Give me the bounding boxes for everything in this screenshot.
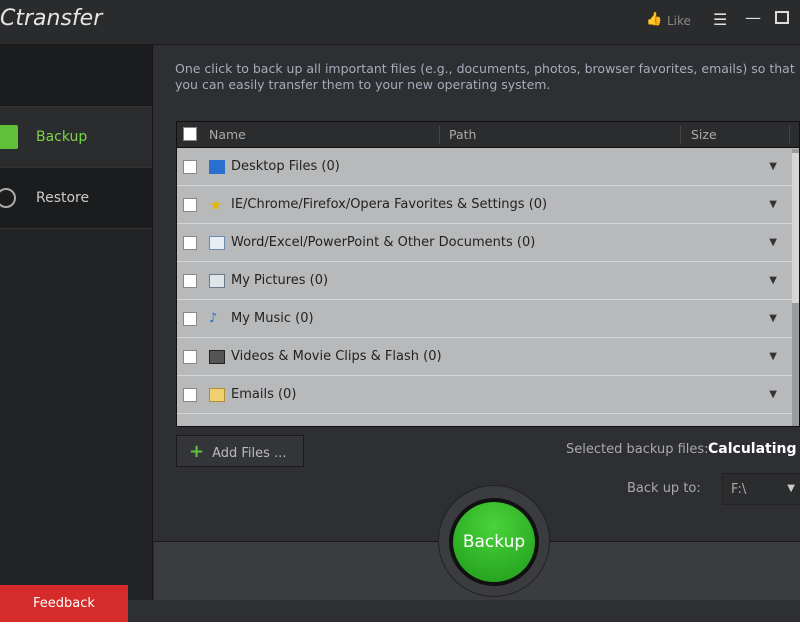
destination-value: F:\ — [731, 482, 747, 497]
row-label: My Pictures (0) — [231, 273, 329, 288]
sidebar-header — [0, 45, 152, 107]
expand-caret-icon[interactable]: ▼ — [769, 313, 777, 324]
app-title: Ctransfer — [0, 6, 103, 31]
backup-button[interactable]: Backup — [449, 498, 539, 586]
row-checkbox[interactable] — [183, 197, 197, 212]
selected-files-value: Calculating ... — [708, 441, 800, 457]
like-button[interactable]: Like — [667, 14, 691, 28]
table-row[interactable]: Videos & Movie Clips & Flash (0) ▼ — [177, 338, 799, 376]
add-files-label: Add Files ... — [212, 445, 287, 461]
add-files-button[interactable]: + Add Files ... — [176, 435, 304, 467]
expand-caret-icon[interactable]: ▼ — [769, 237, 777, 248]
chevron-down-icon: ▼ — [787, 483, 795, 494]
clock-icon — [0, 188, 16, 208]
select-all-checkbox[interactable] — [183, 127, 197, 141]
column-path[interactable]: Path — [449, 127, 476, 142]
minimize-icon[interactable]: — — [745, 8, 761, 27]
maximize-icon[interactable] — [775, 11, 789, 24]
row-checkbox[interactable] — [183, 273, 197, 288]
menu-icon[interactable]: ☰ — [713, 10, 727, 29]
row-label: Videos & Movie Clips & Flash (0) — [231, 349, 442, 364]
table-row[interactable]: Desktop Files (0) ▼ — [177, 148, 799, 186]
row-checkbox[interactable] — [183, 159, 197, 174]
table-scrollbar[interactable] — [792, 149, 799, 426]
table-row[interactable]: My Pictures (0) ▼ — [177, 262, 799, 300]
table-header: Name Path Size — [177, 122, 799, 148]
monitor-icon — [209, 159, 225, 174]
sidebar-item-label: Backup — [36, 129, 88, 145]
star-icon: ★ — [209, 195, 223, 214]
selected-files-label: Selected backup files: — [566, 442, 709, 457]
row-label: Word/Excel/PowerPoint & Other Documents … — [231, 235, 536, 250]
row-checkbox[interactable] — [183, 349, 197, 364]
picture-icon — [209, 273, 225, 288]
plus-icon: + — [189, 440, 205, 462]
document-icon — [209, 235, 225, 250]
backup-destination-select[interactable]: F:\ ▼ — [722, 473, 800, 505]
sidebar-item-label: Restore — [36, 190, 90, 206]
table-row[interactable]: Word/Excel/PowerPoint & Other Documents … — [177, 224, 799, 262]
backup-box-icon — [0, 125, 18, 149]
sidebar: Backup Restore Feedback — [0, 45, 153, 622]
row-label: Desktop Files (0) — [231, 159, 340, 174]
row-label: IE/Chrome/Firefox/Opera Favorites & Sett… — [231, 197, 548, 212]
row-checkbox[interactable] — [183, 235, 197, 250]
backup-file-table: Name Path Size Desktop Files (0) ▼ ★ IE/Ch… — [176, 121, 800, 427]
row-checkbox[interactable] — [183, 311, 197, 326]
backup-to-label: Back up to: — [627, 481, 701, 496]
description: One click to back up all important files… — [175, 61, 795, 92]
table-row[interactable]: ★ IE/Chrome/Firefox/Opera Favorites & Set… — [177, 186, 799, 224]
table-row[interactable]: ♪ My Music (0) ▼ — [177, 300, 799, 338]
row-checkbox[interactable] — [183, 387, 197, 402]
feedback-button[interactable]: Feedback — [0, 585, 128, 622]
column-name[interactable]: Name — [209, 127, 246, 142]
film-icon — [209, 349, 225, 364]
row-label: Emails (0) — [231, 387, 297, 402]
row-label: My Music (0) — [231, 311, 314, 326]
expand-caret-icon[interactable]: ▼ — [769, 161, 777, 172]
expand-caret-icon[interactable]: ▼ — [769, 275, 777, 286]
thumbs-up-icon[interactable]: 👍 — [646, 12, 662, 27]
expand-caret-icon[interactable]: ▼ — [769, 199, 777, 210]
sidebar-item-restore[interactable]: Restore — [0, 168, 152, 229]
column-size[interactable]: Size — [691, 127, 717, 142]
expand-caret-icon[interactable]: ▼ — [769, 351, 777, 362]
sidebar-item-backup[interactable]: Backup — [0, 107, 152, 168]
envelope-icon — [209, 387, 225, 402]
expand-caret-icon[interactable]: ▼ — [769, 389, 777, 400]
scrollbar-thumb[interactable] — [792, 153, 799, 303]
music-icon: ♪ — [209, 310, 218, 326]
table-row[interactable]: Emails (0) ▼ — [177, 376, 799, 414]
title-bar: Ctransfer 👍 Like ☰ — — [0, 0, 800, 45]
